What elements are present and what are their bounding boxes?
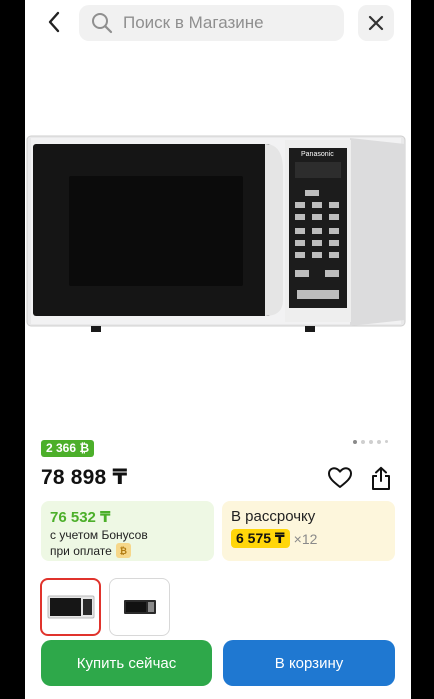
installment-card[interactable]: В рассрочку 6 575 ₸ ×12 [222, 501, 395, 561]
bonus-caption-line2: при оплате ₿ [50, 543, 131, 558]
installment-title: В рассрочку [231, 508, 316, 525]
image-pagination [353, 440, 388, 444]
product-image[interactable]: Panasonic [25, 120, 411, 350]
product-screen: Поиск в Магазине Panasonic 2 366 ₿ 78 89… [25, 0, 411, 699]
top-bar: Поиск в Магазине [25, 0, 411, 46]
pagination-dot[interactable] [353, 440, 357, 444]
close-icon [368, 15, 384, 31]
back-button[interactable] [41, 8, 67, 36]
microwave-thumbnail-image [123, 600, 156, 614]
bonus-price-card[interactable]: 76 532 ₸ с учетом Бонусов при оплате ₿ [41, 501, 214, 561]
add-to-cart-button[interactable]: В корзину [223, 640, 395, 686]
bonus-caption-text: при оплате [50, 543, 112, 558]
search-placeholder: Поиск в Магазине [123, 13, 264, 32]
heart-icon[interactable] [327, 466, 353, 490]
bonus-caption-line1: с учетом Бонусов [50, 528, 148, 542]
installment-multiplier: ×12 [293, 530, 318, 547]
installment-amount: 6 575 ₸ [231, 529, 290, 548]
buy-now-button[interactable]: Купить сейчас [41, 640, 212, 686]
pagination-dot[interactable] [385, 440, 388, 443]
share-icon[interactable] [369, 466, 393, 491]
bonus-badge: 2 366 ₿ [41, 440, 95, 457]
chevron-left-icon [48, 11, 60, 33]
close-button[interactable] [358, 5, 394, 41]
bonus-price: 76 532 ₸ [50, 509, 111, 526]
microwave-thumbnail-image [47, 595, 94, 619]
product-price: 78 898 ₸ [41, 466, 128, 489]
bonus-coin-icon: ₿ [115, 543, 131, 558]
thumbnail-1[interactable] [40, 578, 101, 636]
brand-logo: Panasonic [301, 151, 334, 158]
pagination-dot[interactable] [377, 440, 381, 444]
search-input[interactable]: Поиск в Магазине [79, 5, 344, 41]
pagination-dot[interactable] [361, 440, 365, 444]
installment-terms: 6 575 ₸ ×12 [231, 529, 317, 548]
search-icon [92, 13, 113, 34]
thumbnail-2[interactable] [109, 578, 170, 636]
pagination-dot[interactable] [369, 440, 373, 444]
